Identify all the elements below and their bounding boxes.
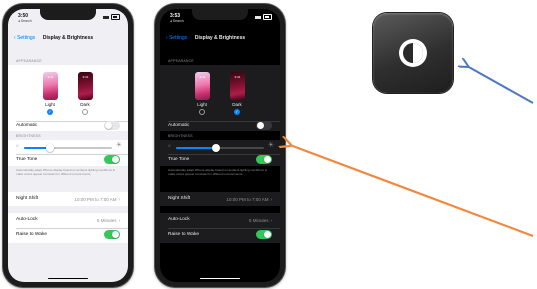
phone-notch	[40, 9, 96, 20]
orange-arrow	[290, 145, 534, 238]
phone-notch	[192, 9, 248, 20]
blue-arrow	[467, 66, 534, 104]
annotation-arrows	[0, 0, 534, 238]
